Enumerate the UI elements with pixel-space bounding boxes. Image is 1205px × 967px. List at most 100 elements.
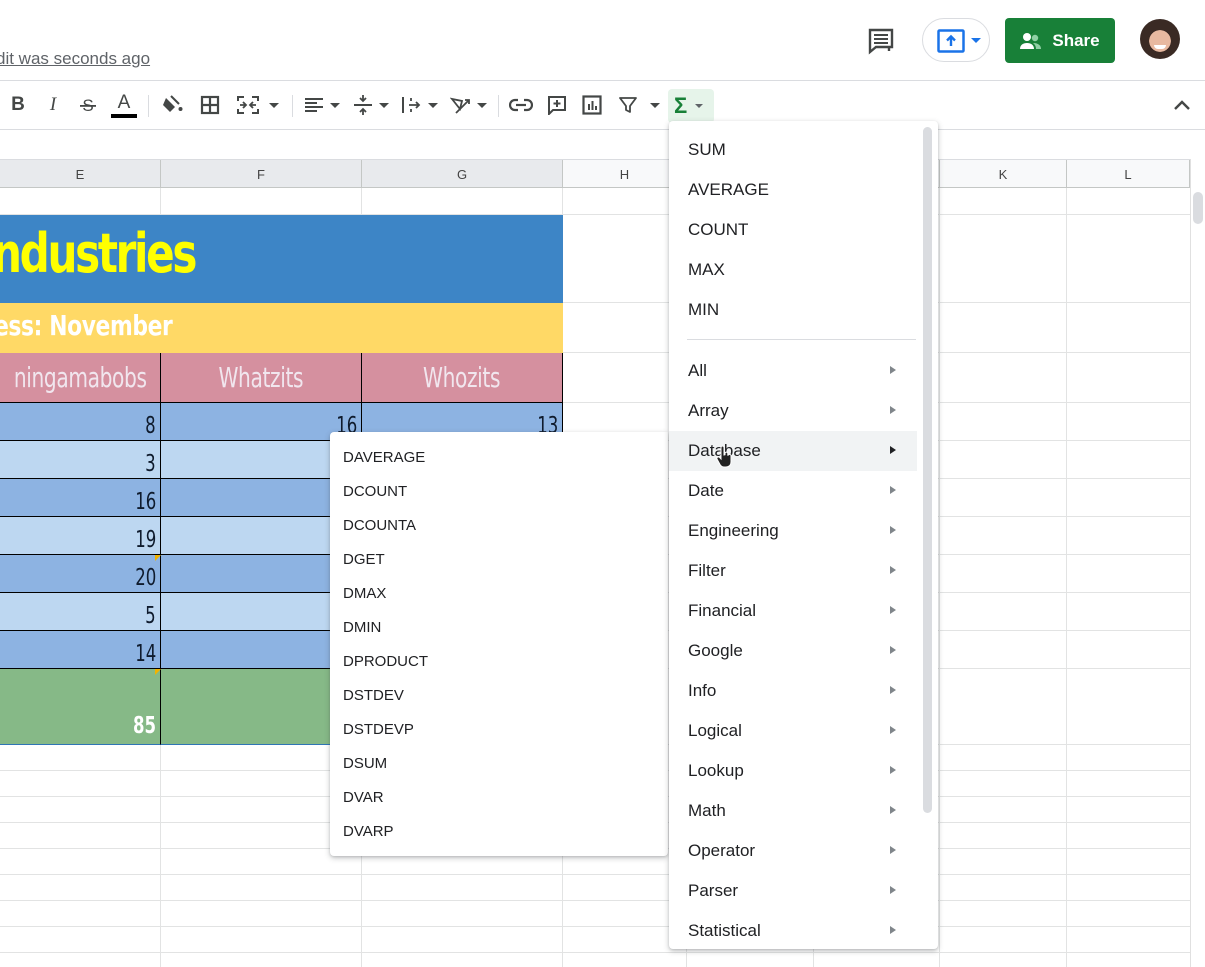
- cell-value: 8: [145, 413, 156, 439]
- vertical-scrollbar[interactable]: [1190, 159, 1205, 967]
- menu-item-info[interactable]: Info: [669, 671, 917, 711]
- data-cell-e[interactable]: 14: [0, 631, 161, 669]
- menu-item-dmax[interactable]: DMAX: [330, 576, 668, 610]
- vertical-align-button[interactable]: [352, 91, 374, 119]
- column-header-f[interactable]: F: [161, 160, 362, 188]
- share-label: Share: [1052, 30, 1100, 50]
- menu-scrollbar[interactable]: [923, 127, 932, 813]
- menu-item-lookup[interactable]: Lookup: [669, 751, 917, 791]
- menu-item-operator[interactable]: Operator: [669, 831, 917, 871]
- merge-cells-icon: [237, 96, 259, 114]
- submenu-arrow-icon: [890, 726, 896, 734]
- menu-item-dget[interactable]: DGET: [330, 542, 668, 576]
- column-header-k[interactable]: K: [940, 160, 1067, 188]
- strikethrough-button[interactable]: S: [76, 91, 100, 119]
- menu-item-filter[interactable]: Filter: [669, 551, 917, 591]
- menu-item-dstdev[interactable]: DSTDEV: [330, 678, 668, 712]
- sigma-icon: Σ: [674, 93, 688, 118]
- toolbar-separator: [292, 95, 293, 117]
- hide-menus-button[interactable]: [1170, 95, 1194, 115]
- share-button[interactable]: Share: [1005, 18, 1115, 63]
- toolbar-separator: [148, 95, 149, 117]
- insert-link-button[interactable]: [508, 91, 534, 119]
- data-cell-e[interactable]: 16: [0, 479, 161, 517]
- submenu-arrow-icon: [890, 846, 896, 854]
- column-header-e[interactable]: E: [0, 160, 161, 188]
- text-wrapping-dropdown[interactable]: [425, 91, 441, 119]
- header-cell-g[interactable]: Whozits: [362, 353, 563, 403]
- vertical-scrollbar-thumb[interactable]: [1193, 192, 1203, 224]
- bold-button[interactable]: B: [8, 91, 28, 119]
- cell-note-indicator[interactable]: [155, 669, 161, 675]
- toolbar: B I S A Σ: [0, 81, 1205, 129]
- text-rotation-dropdown[interactable]: [474, 91, 490, 119]
- menu-item-count[interactable]: COUNT: [669, 210, 917, 250]
- insert-chart-button[interactable]: [580, 91, 604, 119]
- menu-item-dcounta[interactable]: DCOUNTA: [330, 508, 668, 542]
- filter-dropdown[interactable]: [647, 91, 663, 119]
- menu-item-dvarp[interactable]: DVARP: [330, 814, 668, 848]
- header-cell-f[interactable]: Whatzits: [161, 353, 362, 403]
- menu-item-dproduct[interactable]: DPRODUCT: [330, 644, 668, 678]
- merge-cells-button[interactable]: [234, 91, 262, 119]
- menu-item-financial[interactable]: Financial: [669, 591, 917, 631]
- submenu-arrow-icon: [890, 446, 896, 454]
- google-sheets-window: dit was seconds ago Share B I S A Σ E F …: [0, 0, 1205, 967]
- data-cell-e[interactable]: 20: [0, 555, 161, 593]
- user-avatar[interactable]: [1140, 19, 1180, 59]
- text-wrapping-button[interactable]: [400, 91, 422, 119]
- insert-comment-button[interactable]: [545, 91, 569, 119]
- menu-item-sum[interactable]: SUM: [669, 130, 917, 170]
- present-dropdown-caret[interactable]: [971, 38, 981, 43]
- italic-button[interactable]: I: [42, 91, 64, 119]
- menu-item-date[interactable]: Date: [669, 471, 917, 511]
- menu-item-engineering[interactable]: Engineering: [669, 511, 917, 551]
- menu-item-dcount[interactable]: DCOUNT: [330, 474, 668, 508]
- comment-history-button[interactable]: [866, 26, 896, 56]
- menu-item-dsum[interactable]: DSUM: [330, 746, 668, 780]
- menu-item-dmin[interactable]: DMIN: [330, 610, 668, 644]
- menu-item-daverage[interactable]: DAVERAGE: [330, 440, 668, 474]
- header-cell-e[interactable]: ningamabobs: [0, 353, 161, 403]
- menu-item-max[interactable]: MAX: [669, 250, 917, 290]
- menu-item-min[interactable]: MIN: [669, 290, 917, 330]
- present-button[interactable]: [922, 18, 990, 62]
- cell-note-indicator[interactable]: [155, 555, 161, 561]
- merge-cells-dropdown[interactable]: [266, 91, 282, 119]
- caret-down-icon: [650, 102, 660, 108]
- menu-item-all[interactable]: All: [669, 351, 917, 391]
- menu-item-parser[interactable]: Parser: [669, 871, 917, 911]
- borders-button[interactable]: [198, 91, 222, 119]
- horizontal-align-dropdown[interactable]: [327, 91, 343, 119]
- text-rotation-button[interactable]: [449, 91, 473, 119]
- menu-item-math[interactable]: Math: [669, 791, 917, 831]
- horizontal-align-button[interactable]: [302, 91, 326, 119]
- menu-item-average[interactable]: AVERAGE: [669, 170, 917, 210]
- data-cell-e[interactable]: 19: [0, 517, 161, 555]
- functions-button[interactable]: Σ: [668, 89, 714, 123]
- cell-value: 20: [134, 565, 156, 591]
- toolbar-separator: [498, 95, 499, 117]
- total-cell-e[interactable]: 85: [0, 669, 161, 745]
- menu-item-dstdevp[interactable]: DSTDEVP: [330, 712, 668, 746]
- text-color-swatch: [111, 113, 137, 118]
- borders-icon: [200, 95, 220, 115]
- menu-item-statistical[interactable]: Statistical: [669, 911, 917, 951]
- data-cell-e[interactable]: 8: [0, 403, 161, 441]
- menu-item-google[interactable]: Google: [669, 631, 917, 671]
- data-cell-e[interactable]: 5: [0, 593, 161, 631]
- menu-item-logical[interactable]: Logical: [669, 711, 917, 751]
- cell-value: 3: [145, 451, 156, 477]
- column-header-l[interactable]: L: [1067, 160, 1190, 188]
- data-cell-e[interactable]: 3: [0, 441, 161, 479]
- column-header-g[interactable]: G: [362, 160, 563, 188]
- filter-button[interactable]: [616, 91, 640, 119]
- menu-item-database[interactable]: Database: [669, 431, 917, 471]
- link-icon: [509, 98, 533, 112]
- fill-color-button[interactable]: [160, 91, 186, 119]
- vertical-align-dropdown[interactable]: [376, 91, 392, 119]
- menu-item-array[interactable]: Array: [669, 391, 917, 431]
- last-edit-link[interactable]: dit was seconds ago: [0, 49, 150, 69]
- text-color-button[interactable]: A: [110, 91, 138, 119]
- menu-item-dvar[interactable]: DVAR: [330, 780, 668, 814]
